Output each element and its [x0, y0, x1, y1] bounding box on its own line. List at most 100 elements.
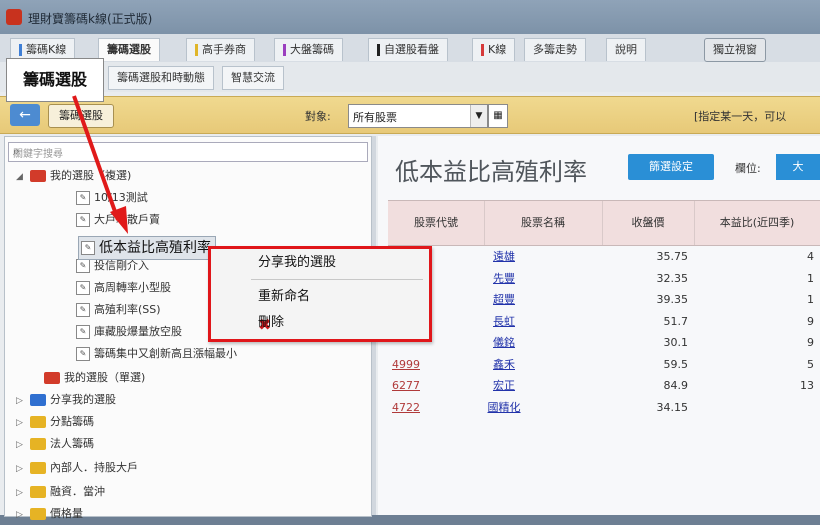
table-row[interactable]: 6277 宏正 84.9 13	[388, 375, 820, 396]
table-row[interactable]: 4999 鑫禾 59.5 5	[388, 354, 820, 375]
tree-item[interactable]: ✎ 籌碼集中又創新高且漲幅最小	[76, 344, 237, 364]
stock-name-link[interactable]: 超豐	[484, 289, 524, 310]
tree-folder-price-volume[interactable]: ▷ 價格量	[16, 504, 83, 524]
expand-arrow-icon[interactable]: ▷	[16, 505, 30, 525]
tree-item[interactable]: ✎ 大戶增散戶賣	[76, 210, 160, 230]
stock-name-link[interactable]: 宏正	[484, 375, 524, 396]
expand-arrow-icon[interactable]: ◢	[16, 167, 30, 187]
tab-trend[interactable]: 多籌走勢	[524, 38, 586, 61]
stock-name-link[interactable]: 先豐	[484, 268, 524, 289]
table-row[interactable]: 超豐 39.35 1	[388, 289, 820, 310]
stock-name-link[interactable]: 儀銘	[484, 332, 524, 353]
stock-name-link[interactable]: 遠雄	[484, 246, 524, 267]
tab-k[interactable]: K線	[472, 38, 516, 61]
selected-tree-item[interactable]: ✎ 低本益比高殖利率	[78, 236, 216, 260]
tree-label: 內部人．持股大戶	[50, 461, 138, 474]
tab-label: 高手券商	[202, 43, 246, 56]
subtab-exchange[interactable]: 智慧交流	[222, 66, 284, 90]
stock-code-cell[interactable]: 4999	[392, 354, 478, 375]
tree-label: 法人籌碼	[50, 437, 94, 450]
table-row[interactable]: 遠雄 35.75 4	[388, 246, 820, 267]
table-row[interactable]: 長虹 51.7 9	[388, 311, 820, 332]
tree-item[interactable]: ✎ 庫藏股爆量放空股	[76, 322, 182, 342]
chevron-down-icon[interactable]: ▼	[470, 105, 487, 127]
independent-window-button[interactable]: 獨立視窗	[704, 38, 766, 62]
close-price-cell: 34.15	[656, 400, 689, 414]
stock-code-cell[interactable]: 4722	[392, 397, 478, 418]
app-window: 理財寶籌碼k線(正式版) 籌碼K線 籌碼選股 高手券商 大盤籌碼 自選股看盤 K…	[0, 0, 820, 520]
tree-folder-my-multi[interactable]: ◢ 我的選股（複選)	[16, 166, 131, 186]
calendar-icon[interactable]: ▦	[488, 104, 508, 128]
back-button[interactable]: ←	[10, 104, 40, 126]
stock-selection-button[interactable]: 籌碼選股	[48, 104, 114, 128]
tab-color-mark	[195, 44, 198, 56]
column-header-close[interactable]: 收盤價	[602, 201, 695, 245]
tree-label: 我的選股（單選)	[64, 371, 146, 384]
tree-label: 我的選股（複選)	[50, 169, 132, 182]
table-row[interactable]: 4722 國精化 34.15	[388, 397, 820, 418]
tree-folder-shared[interactable]: ▷ 分享我的選股	[16, 390, 116, 410]
tree-label: 投信剛介入	[94, 259, 149, 272]
expand-arrow-icon[interactable]: ▷	[16, 483, 30, 503]
tree-label: 分點籌碼	[50, 415, 94, 428]
tree-folder-margin[interactable]: ▷ 融資．當沖	[16, 482, 105, 502]
tree-item[interactable]: ✎ 10/13測試	[76, 188, 148, 208]
tab-label: 籌碼K線	[26, 43, 67, 56]
folder-icon	[30, 416, 46, 428]
pe-ratio-cell: 9	[807, 336, 814, 349]
tree-label: 低本益比高殖利率	[99, 240, 211, 256]
tab-color-mark	[19, 44, 22, 56]
title-bar: 理財寶籌碼k線(正式版)	[0, 0, 820, 34]
object-select[interactable]: 所有股票 ▼	[348, 104, 488, 128]
table-row[interactable]: 儀銘 30.1 9	[388, 332, 820, 353]
pe-ratio-cell: 1	[807, 271, 814, 285]
stock-name-link[interactable]: 長虹	[484, 311, 524, 332]
expand-arrow-icon[interactable]: ▷	[16, 435, 30, 455]
document-icon: ✎	[76, 281, 90, 295]
column-label: 欄位:	[735, 162, 761, 175]
folder-icon	[30, 438, 46, 450]
expand-arrow-icon[interactable]: ▷	[16, 391, 30, 411]
menu-item-delete[interactable]: ✖ 刪除	[211, 311, 429, 335]
menu-item-rename[interactable]: 重新命名	[211, 285, 429, 309]
folder-icon	[30, 508, 46, 520]
tree-item[interactable]: ✎ 高殖利率(SS)	[76, 300, 161, 320]
close-price-cell: 51.7	[663, 314, 689, 328]
sub-tab-row: 籌碼選股和時動態 智慧交流	[0, 62, 820, 92]
filter-settings-button[interactable]: 篩選設定	[628, 154, 714, 180]
document-icon: ✎	[76, 191, 90, 205]
main-tab-row: 籌碼K線 籌碼選股 高手券商 大盤籌碼 自選股看盤 K線 多籌走勢 說明 獨立視…	[0, 34, 820, 63]
subtab-realtime[interactable]: 籌碼選股和時動態	[108, 66, 214, 90]
tab-market-chips[interactable]: 大盤籌碼	[274, 38, 343, 61]
stock-name-link[interactable]: 國精化	[484, 397, 524, 418]
folder-icon	[30, 394, 46, 406]
tab-stock-selection[interactable]: 籌碼選股	[98, 38, 160, 61]
document-icon: ✎	[76, 259, 90, 273]
tree-item[interactable]: ✎ 高周轉率小型股	[76, 278, 171, 298]
expand-arrow-icon[interactable]: ▷	[16, 413, 30, 433]
pe-ratio-cell	[694, 397, 814, 418]
stock-name-link[interactable]: 鑫禾	[484, 354, 524, 375]
document-icon: ✎	[76, 213, 90, 227]
search-icon[interactable]: ⌕	[13, 144, 363, 159]
tree-folder-branch-chips[interactable]: ▷ 分點籌碼	[16, 412, 94, 432]
menu-item-share[interactable]: 分享我的選股	[211, 251, 429, 275]
column-header-name[interactable]: 股票名稱	[484, 201, 603, 245]
column-header-pe[interactable]: 本益比(近四季)	[694, 201, 820, 245]
tree-folder-my-single[interactable]: 我的選股（單選)	[30, 368, 145, 388]
tab-color-mark	[481, 44, 484, 56]
tab-expert-brokers[interactable]: 高手券商	[186, 38, 255, 61]
tree-folder-insiders[interactable]: ▷ 內部人．持股大戶	[16, 458, 138, 478]
expand-arrow-icon[interactable]: ▷	[16, 459, 30, 479]
search-input[interactable]: 關鍵字搜尋 ⌕	[8, 142, 368, 162]
table-row[interactable]: 先豐 32.35 1	[388, 268, 820, 289]
stock-code-cell[interactable]: 6277	[392, 375, 478, 396]
column-size-button[interactable]: 大	[776, 154, 820, 180]
tab-label: 大盤籌碼	[290, 43, 334, 56]
tab-help[interactable]: 說明	[606, 38, 646, 61]
folder-icon	[30, 462, 46, 474]
tree-folder-institutional[interactable]: ▷ 法人籌碼	[16, 434, 94, 454]
tab-watchlist[interactable]: 自選股看盤	[368, 38, 448, 61]
column-header-code[interactable]: 股票代號	[388, 201, 485, 245]
tab-label: 自選股看盤	[384, 43, 439, 56]
